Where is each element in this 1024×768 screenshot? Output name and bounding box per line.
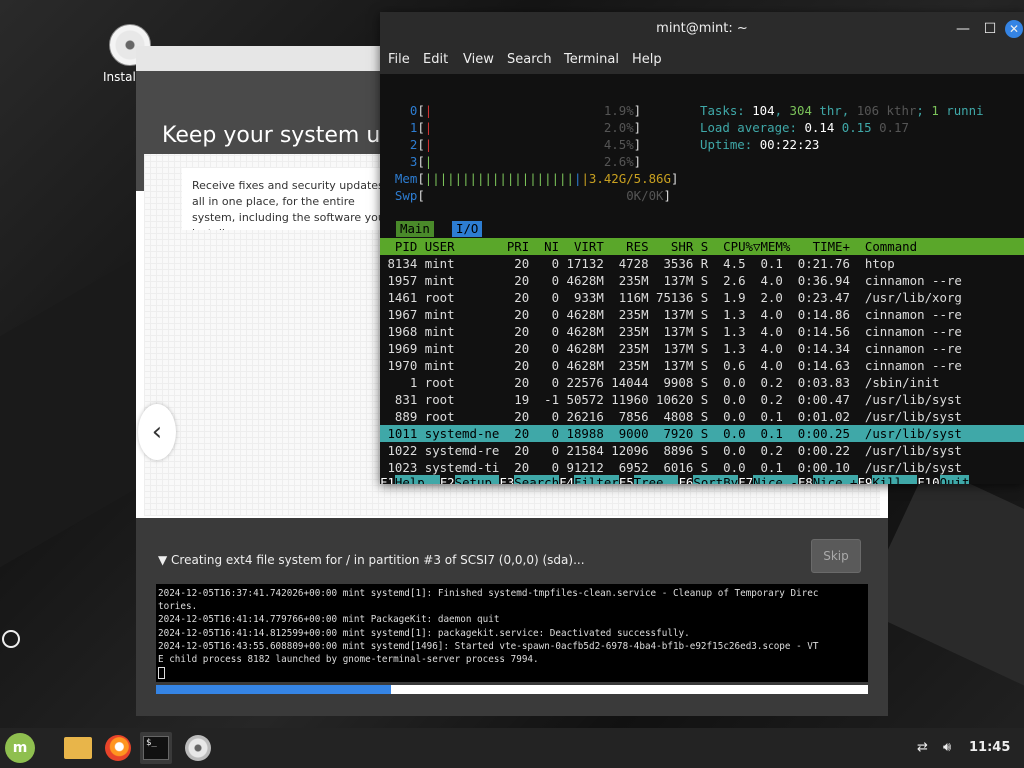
swap-meter: Swp[ 0K/0K]: [394, 188, 671, 203]
function-key-label[interactable]: Search: [514, 475, 560, 484]
log-line: 2024-12-05T16:43:55.608809+00:00 mint sy…: [158, 640, 819, 652]
function-key-label[interactable]: Help: [394, 475, 440, 484]
process-row[interactable]: 1970 mint 20 0 4628M 235M 137M S 0.6 4.0…: [380, 357, 1024, 374]
progress-text: Creating ext4 file system for / in parti…: [171, 553, 585, 567]
previous-slide-button[interactable]: ‹: [138, 404, 176, 460]
function-key-label[interactable]: Kill: [872, 475, 918, 484]
function-key[interactable]: F1: [380, 475, 395, 484]
power-icon[interactable]: [2, 630, 20, 648]
menu-view[interactable]: View: [463, 52, 494, 67]
progress-label[interactable]: ▼ Creating ext4 file system for / in par…: [158, 553, 585, 567]
menu-file[interactable]: File: [388, 52, 410, 67]
function-key-label[interactable]: Nice -: [753, 475, 798, 484]
function-key-label[interactable]: Setup: [454, 475, 500, 484]
terminal-taskbar-button[interactable]: $_: [140, 732, 172, 764]
menu-terminal[interactable]: Terminal: [564, 52, 619, 67]
menu-help[interactable]: Help: [632, 52, 662, 67]
cpu-meter-1: 1[| 2.0%]: [409, 120, 642, 135]
process-row[interactable]: 1968 mint 20 0 4628M 235M 137M S 1.3 4.0…: [380, 323, 1024, 340]
function-key[interactable]: F3: [499, 475, 514, 484]
process-row[interactable]: 1957 mint 20 0 4628M 235M 137M S 2.6 4.0…: [380, 272, 1024, 289]
function-key[interactable]: F6: [678, 475, 693, 484]
function-key[interactable]: F7: [738, 475, 753, 484]
clock[interactable]: 11:45: [969, 740, 1010, 755]
terminal-window: mint@mint: ~ — ☐ ✕ File Edit View Search…: [380, 12, 1024, 484]
firefox-launcher[interactable]: [102, 732, 134, 764]
log-line: 2024-12-05T16:41:14.812599+00:00 mint sy…: [158, 627, 690, 639]
window-title: mint@mint: ~: [656, 21, 748, 36]
tab-main[interactable]: Main: [396, 221, 434, 237]
log-line: 2024-12-05T16:37:41.742026+00:00 mint sy…: [158, 588, 819, 599]
uptime-line: Uptime: 00:22:23: [700, 137, 820, 152]
process-row[interactable]: 1967 mint 20 0 4628M 235M 137M S 1.3 4.0…: [380, 306, 1024, 323]
tasks-line: Tasks: 104, 304 thr, 106 kthr; 1 runni: [700, 103, 984, 118]
function-key-label[interactable]: Tree: [633, 475, 679, 484]
taskbar: m $_ ⇄ 🔊︎ 11:45: [0, 728, 1024, 768]
cpu-meter-2: 2[| 4.5%]: [409, 137, 642, 152]
cpu-meter-3: 3[| 2.6%]: [409, 154, 642, 169]
function-key[interactable]: F2: [440, 475, 455, 484]
process-row[interactable]: 8134 mint 20 0 17132 4728 3536 R 4.5 0.1…: [380, 255, 1024, 272]
network-icon[interactable]: ⇄: [917, 740, 928, 755]
function-key[interactable]: F4: [559, 475, 574, 484]
tab-io[interactable]: I/O: [452, 221, 483, 237]
mint-logo-icon: m: [5, 733, 35, 763]
minimize-icon[interactable]: —: [953, 19, 973, 39]
firefox-icon: [105, 735, 131, 761]
function-key-label[interactable]: Nice +: [812, 475, 858, 484]
skip-button[interactable]: Skip: [811, 539, 861, 573]
text-cursor: [158, 666, 165, 679]
load-average-line: Load average: 0.14 0.15 0.17: [700, 120, 909, 135]
function-key[interactable]: F5: [619, 475, 634, 484]
volume-icon[interactable]: 🔊︎: [943, 740, 951, 755]
folder-icon: [64, 737, 92, 759]
htop-screen[interactable]: 0[| 1.9%] 1[| 2.0%] 2[| 4.5%] 3[| 2.6%] …: [380, 74, 1024, 484]
terminal-menubar: File Edit View Search Terminal Help: [380, 46, 1024, 74]
function-key[interactable]: F9: [858, 475, 873, 484]
install-progress-bar: [156, 685, 868, 694]
menu-button[interactable]: m: [4, 732, 36, 764]
log-line: tories.: [158, 601, 198, 613]
disc-icon: [185, 735, 211, 761]
terminal-icon: $_: [143, 736, 169, 760]
cpu-meter-0: 0[| 1.9%]: [409, 103, 642, 118]
function-key-bar: F1Help F2Setup F3SearchF4FilterF5Tree F6…: [380, 474, 1024, 484]
slide-title: Keep your system up: [162, 123, 395, 148]
process-row[interactable]: 831 root 19 -1 50572 11960 10620 S 0.0 0…: [380, 391, 1024, 408]
install-progress-panel: ▼ Creating ext4 file system for / in par…: [136, 518, 888, 716]
function-key-label[interactable]: Filter: [573, 475, 619, 484]
process-row[interactable]: 889 root 20 0 26216 7856 4808 S 0.0 0.1 …: [380, 408, 1024, 425]
process-row[interactable]: 1 root 20 0 22576 14044 9908 S 0.0 0.2 0…: [380, 374, 1024, 391]
process-row[interactable]: 1969 mint 20 0 4628M 235M 137M S 1.3 4.0…: [380, 340, 1024, 357]
log-line: 2024-12-05T16:41:14.779766+00:00 mint Pa…: [158, 614, 500, 626]
menu-edit[interactable]: Edit: [423, 52, 448, 67]
function-key-label[interactable]: SortBy: [693, 475, 739, 484]
files-launcher[interactable]: [62, 732, 94, 764]
mem-meter: Mem[||||||||||||||||||||||3.42G/5.86G]: [394, 171, 679, 186]
install-log: 2024-12-05T16:37:41.742026+00:00 mint sy…: [156, 584, 868, 682]
menu-search[interactable]: Search: [507, 52, 552, 67]
function-key-label[interactable]: Quit: [939, 475, 970, 484]
process-table-header[interactable]: PID USER PRI NI VIRT RES SHR S CPU%▽MEM%…: [380, 238, 1024, 255]
function-key[interactable]: F10: [917, 475, 939, 484]
slide-text: Receive fixes and security updates all i…: [182, 168, 402, 230]
installer-taskbar-button[interactable]: [182, 732, 214, 764]
process-row[interactable]: 1022 systemd-re 20 0 21584 12096 8896 S …: [380, 442, 1024, 459]
process-row[interactable]: 1461 root 20 0 933M 116M 75136 S 1.9 2.0…: [380, 289, 1024, 306]
terminal-titlebar[interactable]: mint@mint: ~ — ☐ ✕: [380, 12, 1024, 46]
maximize-icon[interactable]: ☐: [980, 19, 1000, 39]
log-line: E child process 8182 launched by gnome-t…: [158, 654, 539, 666]
close-icon[interactable]: ✕: [1005, 20, 1023, 38]
process-row[interactable]: 1011 systemd-ne 20 0 18988 9000 7920 S 0…: [380, 425, 1024, 442]
function-key[interactable]: F8: [798, 475, 813, 484]
